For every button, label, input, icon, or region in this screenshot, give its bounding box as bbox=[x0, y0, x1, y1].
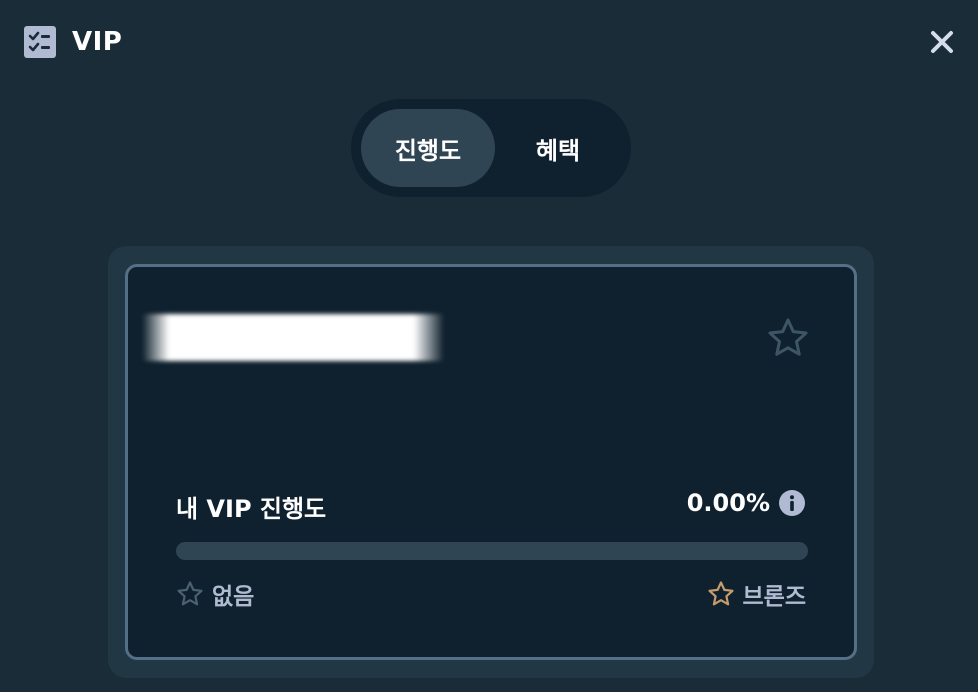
modal-title: VIP bbox=[72, 27, 123, 57]
modal-header: VIP bbox=[24, 24, 122, 60]
progress-label: 내 VIP 진행도 bbox=[176, 495, 327, 523]
progress-value: 0.00% bbox=[686, 489, 770, 517]
bronze-star-icon bbox=[707, 581, 734, 606]
next-rank: 브론즈 bbox=[707, 577, 806, 611]
username-redacted bbox=[142, 314, 444, 361]
vip-card: 내 VIP 진행도 0.00% 없음 브론즈 bbox=[125, 264, 857, 660]
next-rank-label: 브론즈 bbox=[742, 584, 806, 610]
vip-card-frame: 내 VIP 진행도 0.00% 없음 브론즈 bbox=[108, 246, 874, 678]
info-icon[interactable] bbox=[778, 489, 806, 517]
tab-progress[interactable]: 진행도 bbox=[361, 109, 495, 187]
checklist-icon bbox=[24, 26, 56, 58]
progress-bar bbox=[176, 542, 808, 560]
star-outline-icon bbox=[177, 581, 203, 606]
star-outline-icon bbox=[768, 318, 808, 356]
current-rank: 없음 bbox=[176, 577, 254, 611]
vip-modal: VIP 진행도 혜택 내 VIP 진행도 0.00% 없음 브론즈 bbox=[0, 0, 978, 692]
tab-benefits[interactable]: 혜택 bbox=[495, 109, 621, 187]
tab-switcher: 진행도 혜택 bbox=[351, 99, 631, 197]
current-rank-label: 없음 bbox=[212, 584, 255, 610]
close-icon bbox=[931, 31, 953, 53]
close-button[interactable] bbox=[926, 26, 958, 58]
progress-value-group: 0.00% bbox=[687, 489, 806, 517]
